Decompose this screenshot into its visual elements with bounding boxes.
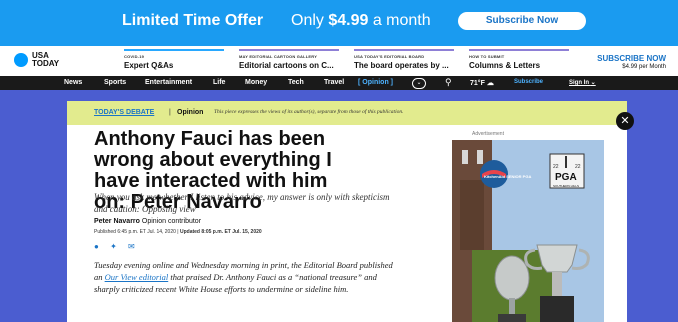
usa-today-logo[interactable] <box>14 53 28 67</box>
top-bar <box>0 46 678 77</box>
sign-in-link[interactable]: Sign In ⌄ <box>569 79 596 86</box>
chevron-down-icon[interactable]: ⌄ <box>412 78 426 89</box>
weather-icon: ☁ <box>486 80 494 87</box>
advertisement[interactable]: KitchenAid SENIOR PGA 22 22 PGA SOUTHERN… <box>452 140 604 322</box>
search-icon[interactable]: ⚲ <box>445 77 452 88</box>
promo-item-1[interactable]: COVID-19 Expert Q&As <box>124 49 224 70</box>
main-nav: News Sports Entertainment Life Money Tec… <box>0 76 678 90</box>
nav-money[interactable]: Money <box>245 79 267 86</box>
nav-tech[interactable]: Tech <box>288 79 304 86</box>
nav-sports[interactable]: Sports <box>104 79 126 86</box>
promo-item-4[interactable]: HOW TO SUBMIT Columns & Letters <box>469 49 569 70</box>
nav-opinion[interactable]: [ Opinion ] <box>358 79 393 86</box>
article-dates: Published 6:45 p.m. ET Jul. 14, 2020 | U… <box>94 229 262 235</box>
promo-subscribe-button[interactable]: Subscribe Now <box>458 12 586 30</box>
byline: Peter Navarro Opinion contributor <box>94 218 202 225</box>
promo-price: Only $4.99 a month <box>291 12 431 29</box>
our-view-link[interactable]: Our View editorial <box>105 272 169 282</box>
ad-image <box>452 140 604 322</box>
nav-travel[interactable]: Travel <box>324 79 344 86</box>
subscribe-now-link[interactable]: SUBSCRIBE NOW $4.99 per Month <box>597 54 666 70</box>
nav-entertainment[interactable]: Entertainment <box>145 79 192 86</box>
debate-bar: TODAY'S DEBATE | Opinion This piece expr… <box>67 101 627 125</box>
promo-banner: Limited Time Offer Only $4.99 a month Su… <box>0 0 678 46</box>
promo-title: Limited Time Offer <box>122 12 264 29</box>
debate-note: This piece expresses the views of its au… <box>214 109 404 115</box>
article-body: Tuesday evening online and Wednesday mor… <box>94 260 393 294</box>
weather-widget[interactable]: 71°F ☁ <box>470 79 494 87</box>
chevron-down-icon: ⌄ <box>590 80 596 86</box>
author-link[interactable]: Peter Navarro <box>94 218 140 225</box>
logo-text[interactable]: USA TODAY <box>32 52 59 68</box>
share-icons: ● ✦ ✉ <box>94 242 144 251</box>
promo-item-3[interactable]: USA TODAY'S EDITORIAL BOARD The board op… <box>354 49 454 70</box>
facebook-icon[interactable]: ● <box>94 242 99 251</box>
email-icon[interactable]: ✉ <box>128 242 135 251</box>
promo-item-2[interactable]: MAY EDITORIAL CARTOON GALLERY Editorial … <box>239 49 339 70</box>
close-icon[interactable]: ✕ <box>616 112 634 130</box>
article-dek: When you ask me whether I listen to his … <box>94 192 390 214</box>
ad-label: Advertisement <box>472 131 504 137</box>
nav-life[interactable]: Life <box>213 79 225 86</box>
nav-subscribe-button[interactable]: Subscribe <box>514 79 543 85</box>
debate-label[interactable]: TODAY'S DEBATE <box>94 109 154 116</box>
nav-news[interactable]: News <box>64 79 82 86</box>
twitter-icon[interactable]: ✦ <box>110 242 117 251</box>
opinion-label: Opinion <box>177 109 204 116</box>
